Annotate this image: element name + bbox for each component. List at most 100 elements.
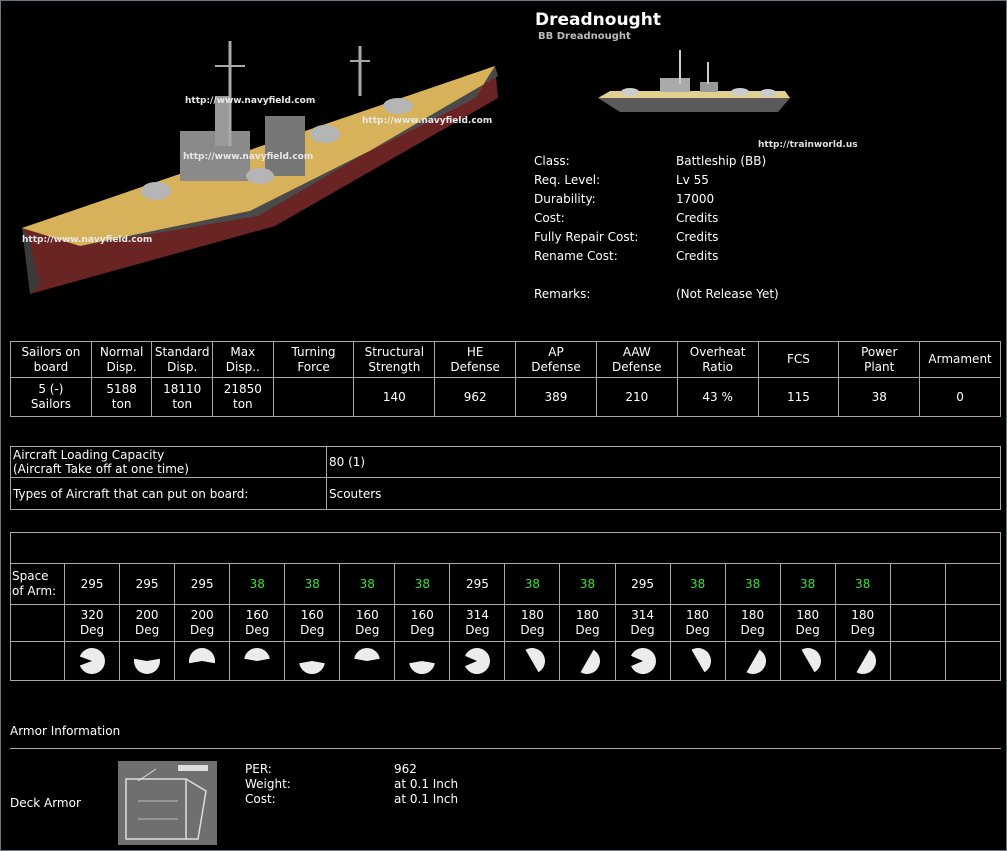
stats-value-line: 38 <box>871 389 887 404</box>
stats-value-line: 140 <box>382 389 406 404</box>
arm-degree-value: 200 <box>190 608 214 622</box>
firing-arc-shape <box>746 649 766 675</box>
firing-arc-icon <box>856 649 876 675</box>
stats-value-cell: 0 <box>919 377 1001 417</box>
arm-arc-cell <box>614 641 671 681</box>
stats-header-line: Standard <box>154 344 210 359</box>
stats-value-line: 962 <box>463 389 487 404</box>
arm-arc-cell <box>779 641 836 681</box>
arc-label-cell <box>9 641 66 681</box>
info-label: Remarks: <box>534 287 591 301</box>
armor-value: at 0.1 Inch <box>394 777 459 791</box>
space-label-line: of Arm: <box>12 584 57 598</box>
deck-armor-label: Deck Armor <box>10 796 81 810</box>
watermark-text: http://www.navyfield.com <box>185 96 316 106</box>
stats-value-cell: 18110 ton <box>151 377 214 417</box>
stats-header-cell: Max Disp.. <box>212 341 274 378</box>
arm-degree-cell: 180 Deg <box>724 604 781 642</box>
aircraft-table: Aircraft Loading Capacity (Aircraft Take… <box>10 446 1001 510</box>
arm-space-cell: 38 <box>229 563 286 605</box>
stats-value-line: 0 <box>956 389 964 404</box>
divider <box>10 748 1001 749</box>
arm-degree-unit: Deg <box>630 623 655 637</box>
stats-header-cell: AAW Defense <box>595 341 678 378</box>
watermark-text: http://www.navyfield.com <box>183 152 314 162</box>
stats-value-cell: 389 <box>515 377 597 417</box>
stats-value-line: 18110 <box>163 382 202 396</box>
stats-header-line: Disp. <box>106 359 137 374</box>
arm-arc-cell <box>449 641 506 681</box>
arm-arc-cell <box>559 641 616 681</box>
info-value: 17000 <box>676 192 715 206</box>
ship-thumbnail <box>590 46 800 118</box>
stats-header-line: Defense <box>531 359 581 374</box>
firing-arc-shape <box>134 658 161 675</box>
stats-header-line: Strength <box>368 359 421 374</box>
arm-degree-cell: 180 Deg <box>834 604 891 642</box>
firing-arc-shape <box>189 647 216 664</box>
arm-degree-value: 180 <box>686 608 710 622</box>
info-row-durability: Durability: 17000 <box>534 192 894 211</box>
arm-space-cell <box>889 563 946 605</box>
arm-degree-unit: Deg <box>300 623 325 637</box>
arm-degree-unit: Deg <box>520 623 545 637</box>
firing-arc-icon <box>465 648 491 674</box>
info-label: Durability: <box>534 192 596 206</box>
stats-value-line: 21850 <box>223 382 262 396</box>
arm-space-cell: 38 <box>669 563 726 605</box>
info-row-cost: Cost: Credits <box>534 211 894 230</box>
stats-value-line: ton <box>233 397 253 411</box>
info-label: Rename Cost: <box>534 249 618 263</box>
stats-header-line: AP <box>548 344 564 359</box>
arm-arc-cell <box>889 641 946 681</box>
armament-space-row: Space of Arm: 295 295 295 38 38 38 38 295 38 38 29… <box>9 563 1002 605</box>
armor-value: at 0.1 Inch <box>394 792 459 806</box>
firing-arc-shape <box>856 649 876 675</box>
arm-degree-unit: Deg <box>465 623 490 637</box>
capacity-label-line: Aircraft Loading Capacity <box>13 448 165 462</box>
arm-arc-cell <box>64 641 121 681</box>
stats-header-line: Disp. <box>167 359 198 374</box>
stats-header-line: HE <box>466 344 484 359</box>
info-label: Fully Repair Cost: <box>534 230 639 244</box>
armor-value: 962 <box>394 762 417 776</box>
arm-degree-value: 180 <box>576 608 599 622</box>
stats-header-cell: AP Defense <box>515 341 597 378</box>
arm-degree-unit: Deg <box>355 623 380 637</box>
arm-degree-cell: 314 Deg <box>449 604 506 642</box>
info-row-class: Class: Battleship (BB) <box>534 154 894 173</box>
stats-header-cell: HE Defense <box>434 341 517 378</box>
info-row-repair-cost: Fully Repair Cost: Credits <box>534 230 894 249</box>
firing-arc-icon <box>409 661 436 674</box>
armor-label: Cost: <box>245 792 276 806</box>
arm-degree-unit: Deg <box>740 623 765 637</box>
info-value: Credits <box>676 249 719 263</box>
stats-value-cell: 140 <box>353 377 436 417</box>
arm-degree-value: 314 <box>465 608 489 622</box>
arm-arc-cell <box>284 641 341 681</box>
stats-value-cell: 962 <box>434 377 517 417</box>
stats-header-cell: Armament <box>919 341 1001 378</box>
firing-arc-shape <box>525 647 546 673</box>
stats-value-cell <box>272 377 355 417</box>
arm-degree-value: 180 <box>741 608 765 622</box>
arm-arc-cell <box>834 641 891 681</box>
firing-arc-icon <box>244 648 271 661</box>
firing-arc-icon <box>525 647 546 673</box>
arm-degree-cell: 180 Deg <box>669 604 726 642</box>
stats-table: Sailors on board Normal Disp. Standard Disp. M… <box>10 341 1001 417</box>
arm-space-cell: 38 <box>394 563 451 605</box>
arm-degree-cell: 160 Deg <box>339 604 396 642</box>
arm-arc-cell <box>504 641 561 681</box>
arm-space-cell: 295 <box>174 563 231 605</box>
stats-header-line: FCS <box>786 352 810 366</box>
arm-degree-unit: Deg <box>410 623 435 637</box>
info-value: Credits <box>676 230 719 244</box>
arm-space-cell: 295 <box>614 563 671 605</box>
arm-degree-cell <box>889 604 946 642</box>
firing-arc-icon <box>580 649 601 675</box>
info-value: Battleship (BB) <box>676 154 767 168</box>
arm-arc-cell <box>229 641 286 681</box>
stats-value-cell: 43 % <box>676 377 759 417</box>
armor-row-cost: Cost: at 0.1 Inch <box>245 792 545 807</box>
